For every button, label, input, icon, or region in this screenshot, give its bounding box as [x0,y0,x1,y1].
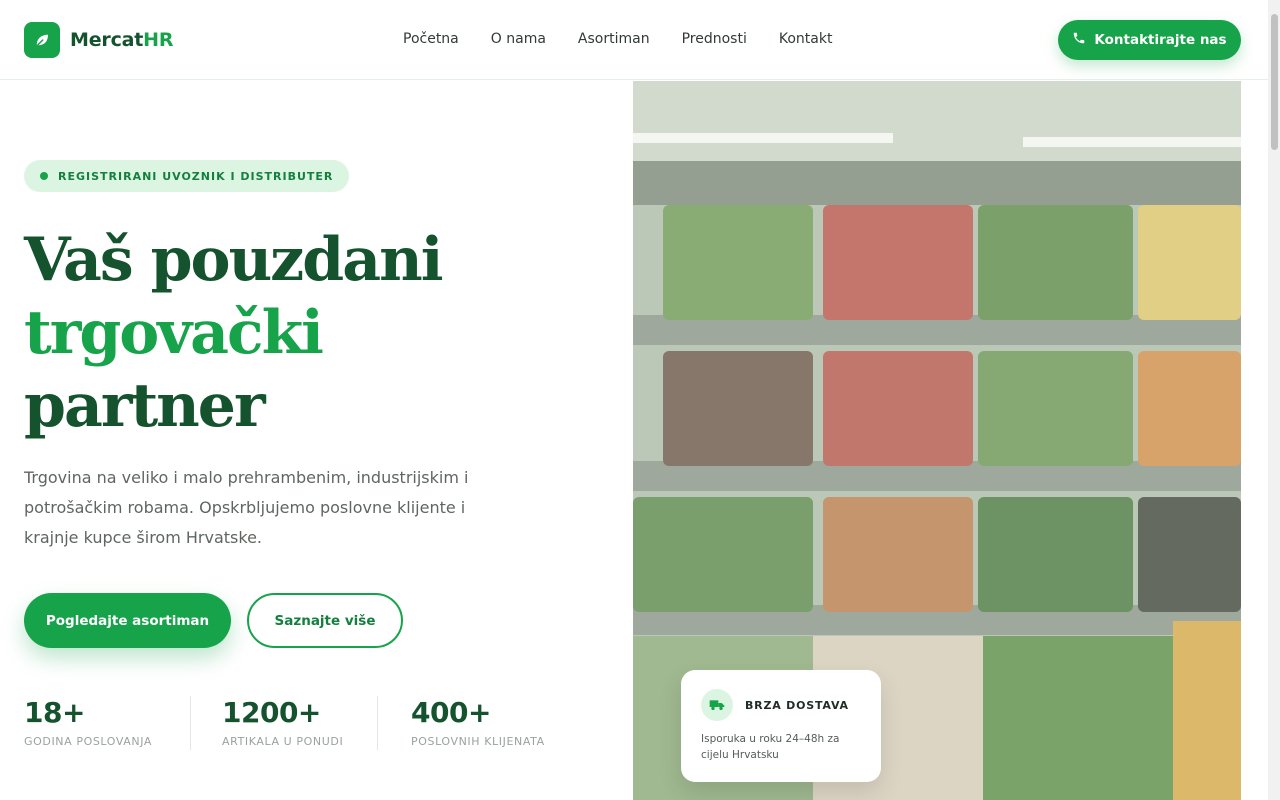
stat-label: POSLOVNIH KLIJENATA [411,735,545,748]
stat-value: 400+ [411,696,491,729]
nav-link-prednosti[interactable]: Prednosti [682,31,747,47]
scrollbar-thumb[interactable] [1271,14,1278,150]
delivery-card: BRZA DOSTAVA Isporuka u roku 24–48h za c… [681,670,881,782]
stat-years: 18+ GODINA POSLOVANJA [24,696,190,750]
nav-link-pocetna[interactable]: Početna [403,31,459,47]
hero-description: Trgovina na veliko i malo prehrambenim, … [24,468,469,547]
contact-button-label: Kontaktirajte nas [1094,32,1227,48]
hero-title-line1: Vaš pouzdani [24,225,444,295]
leaf-icon [24,22,60,58]
stats-row: 18+ GODINA POSLOVANJA 1200+ ARTIKALA U P… [24,696,578,750]
nav-link-asortiman[interactable]: Asortiman [578,31,650,47]
logo[interactable]: MercatHR [24,22,173,58]
importer-badge: REGISTRIRANI UVOZNIK I DISTRIBUTER [24,160,350,192]
page-scrollbar[interactable] [1268,0,1280,800]
phone-icon [1072,31,1086,49]
contact-button[interactable]: Kontaktirajte nas [1058,20,1241,60]
nav-link-o-nama[interactable]: O nama [491,31,546,47]
main-nav: Početna O nama Asortiman Prednosti Konta… [403,31,832,47]
delivery-text: Isporuka u roku 24–48h za cijelu Hrvatsk… [701,733,840,761]
stat-value: 1200+ [222,696,321,729]
learn-more-button[interactable]: Saznajte više [247,593,403,648]
hero-title-line2: trgovački [24,298,324,368]
truck-icon [701,689,733,721]
view-assortment-button[interactable]: Pogledajte asortiman [24,593,231,648]
stat-label: ARTIKALA U PONUDI [222,735,344,748]
badge-dot [40,172,48,180]
logo-text-accent: HR [143,29,174,51]
hero-title: Vaš pouzdani trgovački partner [24,224,444,443]
nav-link-kontakt[interactable]: Kontakt [779,31,833,47]
delivery-title: BRZA DOSTAVA [745,699,849,712]
stat-label: GODINA POSLOVANJA [24,735,152,748]
logo-text-main: Mercat [70,29,144,51]
stat-value: 18+ [24,696,85,729]
hero-title-line3: partner [24,371,266,441]
badge-text: REGISTRIRANI UVOZNIK I DISTRIBUTER [58,169,334,183]
site-header: MercatHR Početna O nama Asortiman Predno… [0,0,1268,80]
stat-articles: 1200+ ARTIKALA U PONUDI [191,696,377,750]
stat-clients: 400+ POSLOVNIH KLIJENATA [378,696,578,750]
logo-text: MercatHR [70,29,173,51]
